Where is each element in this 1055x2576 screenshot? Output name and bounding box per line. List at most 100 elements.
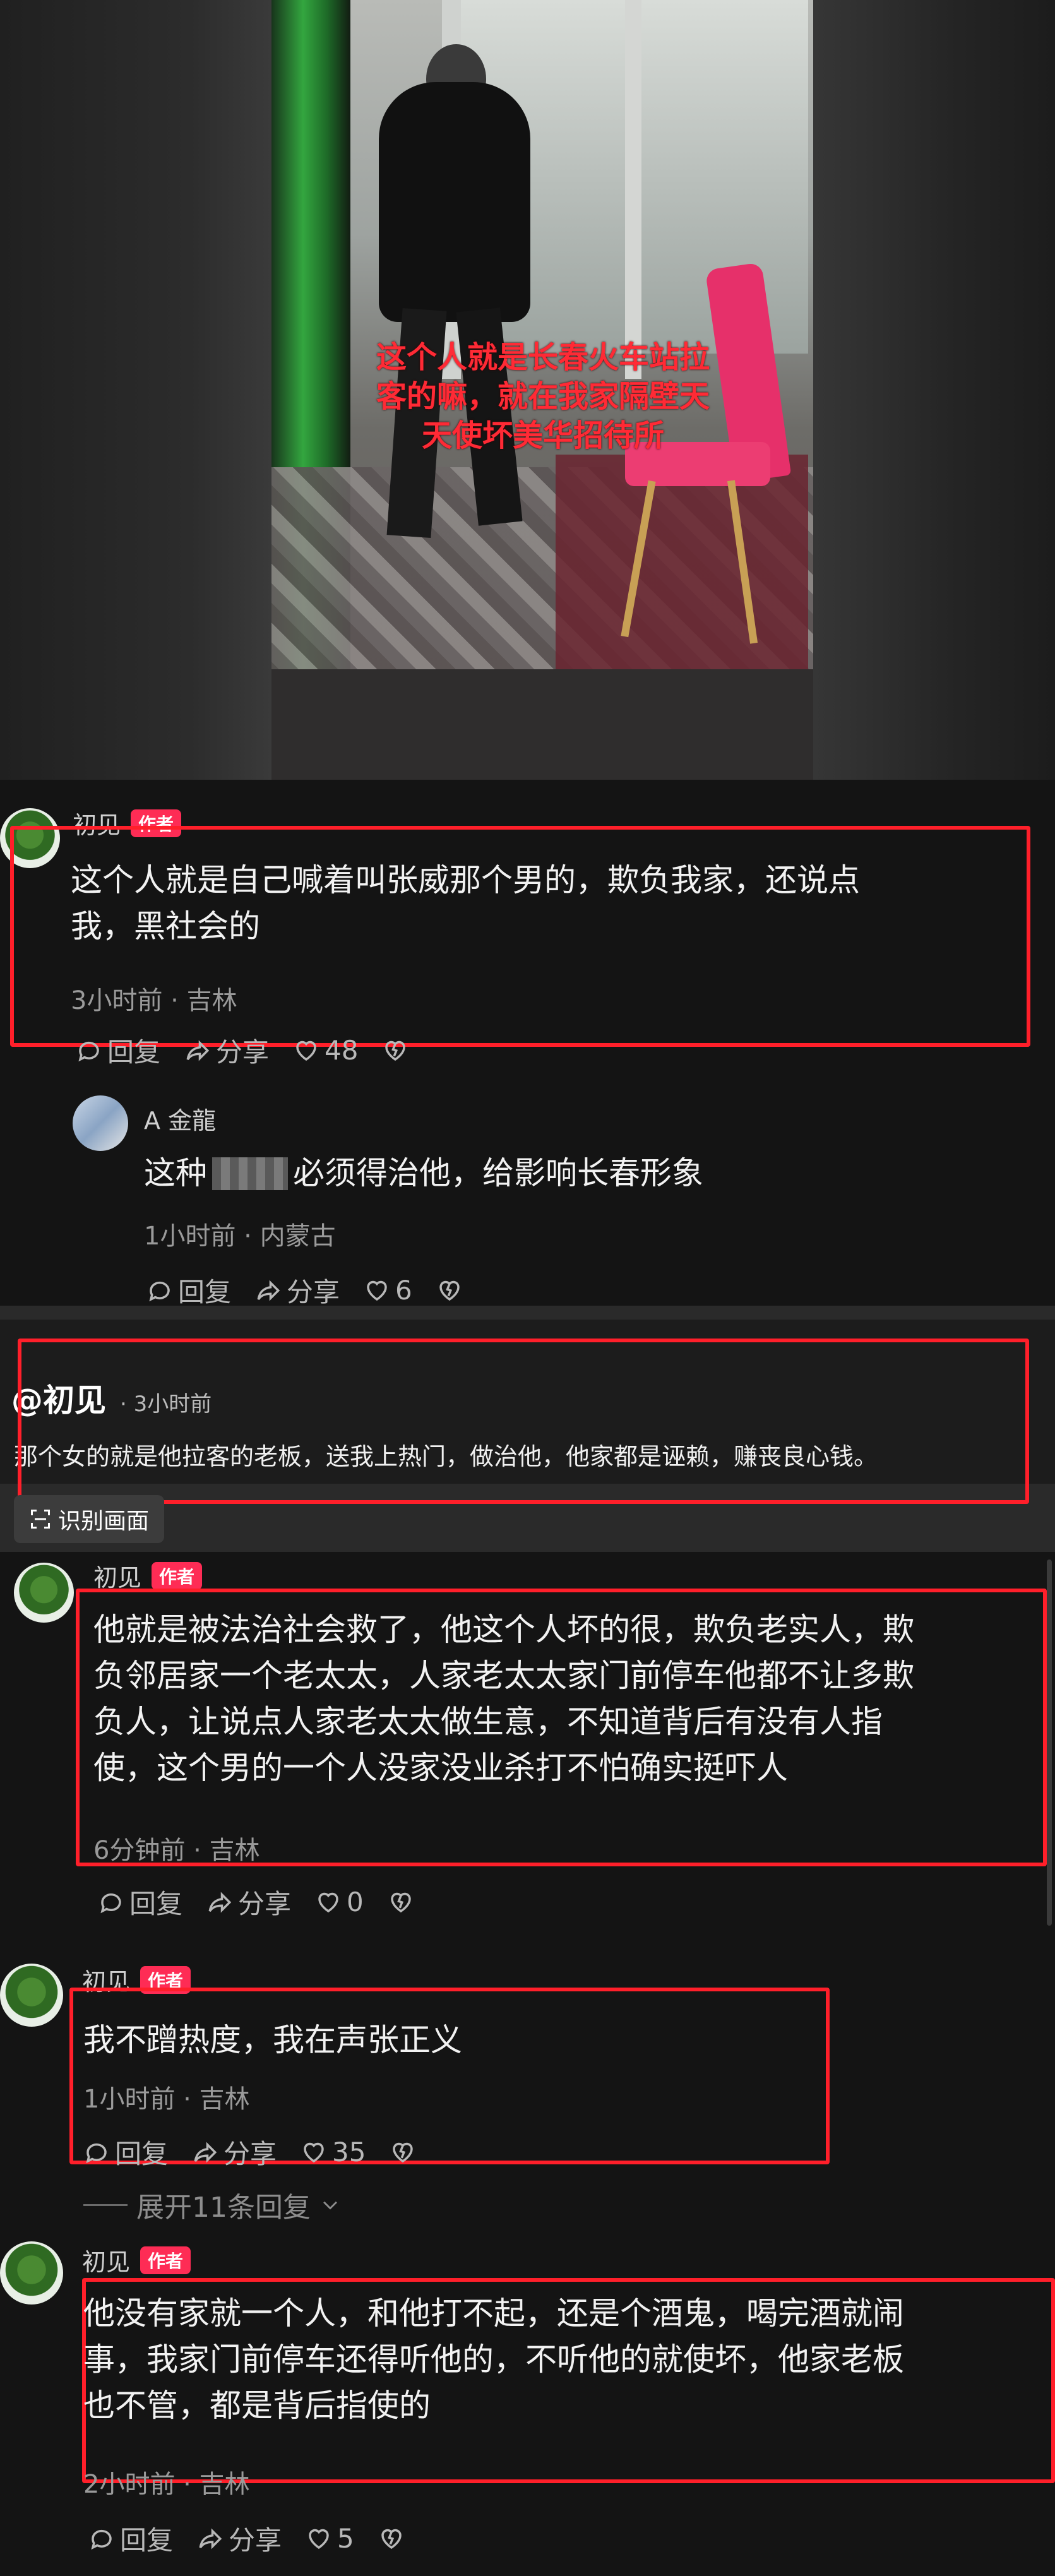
avatar[interactable] bbox=[0, 1964, 63, 2027]
scan-icon bbox=[31, 1510, 50, 1529]
caption-line: 天使坏美华招待所 bbox=[421, 418, 664, 453]
comment-header: 初见 作者 bbox=[82, 2243, 191, 2277]
avatar[interactable] bbox=[0, 2241, 63, 2305]
comment-username[interactable]: 初见 bbox=[93, 1558, 141, 1593]
dislike-button[interactable] bbox=[388, 1889, 414, 1916]
ocr-label: 识别画面 bbox=[58, 1508, 150, 1534]
comment-username[interactable]: 初见 bbox=[82, 2243, 130, 2277]
like-button[interactable]: 35 bbox=[301, 2137, 366, 2168]
expand-label: 展开11条回复 bbox=[136, 2191, 311, 2224]
dislike-icon bbox=[391, 1892, 411, 1912]
heart-icon bbox=[309, 2529, 329, 2549]
like-button[interactable]: 48 bbox=[293, 1035, 358, 1066]
share-label: 分享 bbox=[216, 1037, 270, 1068]
heart-icon bbox=[296, 1041, 316, 1061]
ocr-button[interactable]: 识别画面 bbox=[14, 1495, 165, 1543]
share-icon bbox=[194, 2142, 217, 2162]
share-icon bbox=[186, 1040, 210, 1061]
highlight-box bbox=[18, 1339, 1029, 1504]
dislike-icon bbox=[393, 2142, 414, 2162]
video-frame: 这个人就是长春火车站拉 客的嘛，就在我家隔壁天 天使坏美华招待所 bbox=[271, 0, 813, 780]
reply-button[interactable]: 回复 bbox=[146, 1271, 231, 1309]
heart-icon bbox=[318, 1892, 338, 1912]
like-button[interactable]: 0 bbox=[315, 1887, 364, 1917]
comment-text: 我不蹭热度，我在声张正义 bbox=[83, 2022, 462, 2058]
reply-label: 回复 bbox=[120, 2525, 174, 2556]
video-player[interactable]: 这个人就是长春火车站拉 客的嘛，就在我家隔壁天 天使坏美华招待所 bbox=[0, 0, 1055, 780]
reply-label: 回复 bbox=[129, 1888, 183, 1919]
share-button[interactable]: 分享 bbox=[184, 1031, 269, 1070]
video-caption: 这个人就是长春火车站拉 客的嘛，就在我家隔壁天 天使坏美华招待所 bbox=[328, 338, 758, 455]
share-button[interactable]: 分享 bbox=[206, 1883, 291, 1921]
comment-line: 他就是被法治社会救了，他这个人坏的很，欺负老实人，欺 bbox=[93, 1611, 914, 1648]
comment-icon bbox=[86, 2143, 107, 2163]
comment-line: 我，黑社会的 bbox=[71, 908, 260, 945]
like-count: 5 bbox=[337, 2523, 354, 2554]
comment-actions: 回复 分享 0 bbox=[98, 1883, 414, 1921]
like-count: 6 bbox=[395, 1275, 412, 1306]
comment-text: 他没有家就一个人，和他打不起，还是个酒鬼，喝完酒就闹 事，我家门前停车还得听他的… bbox=[83, 2291, 1049, 2429]
comment-line: 使，这个男的一个人没家没业杀打不怕确实挺吓人 bbox=[93, 1750, 788, 1786]
comment-text: 他就是被法治社会救了，他这个人坏的很，欺负老实人，欺 负邻居家一个老太太，人家老… bbox=[93, 1607, 1040, 1791]
chevron-down-icon bbox=[323, 2201, 337, 2210]
author-badge: 作者 bbox=[152, 1561, 203, 1590]
share-button[interactable]: 分享 bbox=[197, 2519, 282, 2558]
reply-text: 这种 必须得治他，给影响长春形象 bbox=[144, 1150, 703, 1196]
like-count: 48 bbox=[325, 1035, 359, 1066]
comment-line: 也不管，都是背后指使的 bbox=[83, 2387, 431, 2424]
scrollbar[interactable] bbox=[1047, 1559, 1052, 1926]
reply-label: 回复 bbox=[178, 1277, 232, 1308]
video-blur-right bbox=[813, 0, 1055, 780]
share-icon bbox=[257, 1280, 280, 1301]
like-button[interactable]: 6 bbox=[364, 1275, 412, 1306]
heart-icon bbox=[367, 1280, 387, 1301]
comment-actions: 回复 分享 5 bbox=[88, 2519, 405, 2558]
share-label: 分享 bbox=[287, 1277, 340, 1308]
share-button[interactable]: 分享 bbox=[255, 1271, 340, 1309]
like-button[interactable]: 5 bbox=[306, 2523, 354, 2554]
share-icon bbox=[208, 1892, 232, 1912]
avatar[interactable] bbox=[73, 1095, 128, 1151]
comment-meta: 3小时前 · 吉林 bbox=[71, 986, 237, 1015]
mosaic-censor bbox=[212, 1157, 288, 1190]
dislike-button[interactable] bbox=[382, 1037, 408, 1064]
dislike-icon bbox=[385, 1041, 406, 1061]
caption-line: 客的嘛，就在我家隔壁天 bbox=[376, 379, 710, 414]
reply-label: 回复 bbox=[107, 1037, 161, 1068]
caption-line: 这个人就是长春火车站拉 bbox=[376, 340, 710, 375]
comment-line: 负邻居家一个老太太，人家老太太家门前停车他都不让多欺 bbox=[93, 1657, 914, 1694]
reply-button[interactable]: 回复 bbox=[83, 2133, 168, 2171]
like-count: 35 bbox=[332, 2137, 366, 2168]
comment-line: 这个人就是自己喊着叫张威那个男的，欺负我家，还说点 bbox=[71, 862, 860, 898]
door-frame bbox=[625, 0, 641, 379]
comment-meta: 1小时前 · 吉林 bbox=[83, 2085, 250, 2114]
comment-icon bbox=[78, 1041, 99, 1061]
reply-text-start: 这种 bbox=[144, 1155, 207, 1191]
share-label: 分享 bbox=[238, 1888, 292, 1919]
dislike-button[interactable] bbox=[378, 2525, 405, 2552]
comment-header: 初见 作者 bbox=[93, 1558, 203, 1593]
comment-icon bbox=[91, 2529, 112, 2549]
expand-divider bbox=[83, 2203, 128, 2206]
expand-replies[interactable]: 展开11条回复 bbox=[83, 2185, 341, 2225]
dislike-button[interactable] bbox=[436, 1277, 463, 1304]
share-label: 分享 bbox=[224, 2138, 277, 2169]
reply-button[interactable]: 回复 bbox=[88, 2519, 173, 2558]
reply-username[interactable]: A 金龍 bbox=[144, 1101, 216, 1136]
share-button[interactable]: 分享 bbox=[192, 2133, 277, 2171]
comment-text: 这个人就是自己喊着叫张威那个男的，欺负我家，还说点 我，黑社会的 bbox=[71, 857, 1030, 950]
reply-label: 回复 bbox=[115, 2138, 169, 2169]
reply-button[interactable]: 回复 bbox=[98, 1883, 182, 1921]
author-badge: 作者 bbox=[140, 2246, 191, 2274]
red-rug bbox=[556, 455, 808, 682]
reply-button[interactable]: 回复 bbox=[76, 1031, 160, 1070]
reply-meta: 1小时前 · 内蒙古 bbox=[144, 1222, 336, 1251]
man-figure bbox=[379, 82, 530, 322]
like-count: 0 bbox=[347, 1887, 364, 1917]
dislike-button[interactable] bbox=[390, 2139, 416, 2166]
share-label: 分享 bbox=[229, 2525, 282, 2556]
video-blur-left bbox=[0, 0, 271, 780]
comment-line: 负人，让说点人家老太太做生意，不知道背后有没有人指 bbox=[93, 1703, 883, 1740]
comment-icon bbox=[149, 1281, 170, 1301]
avatar[interactable] bbox=[14, 1563, 74, 1623]
